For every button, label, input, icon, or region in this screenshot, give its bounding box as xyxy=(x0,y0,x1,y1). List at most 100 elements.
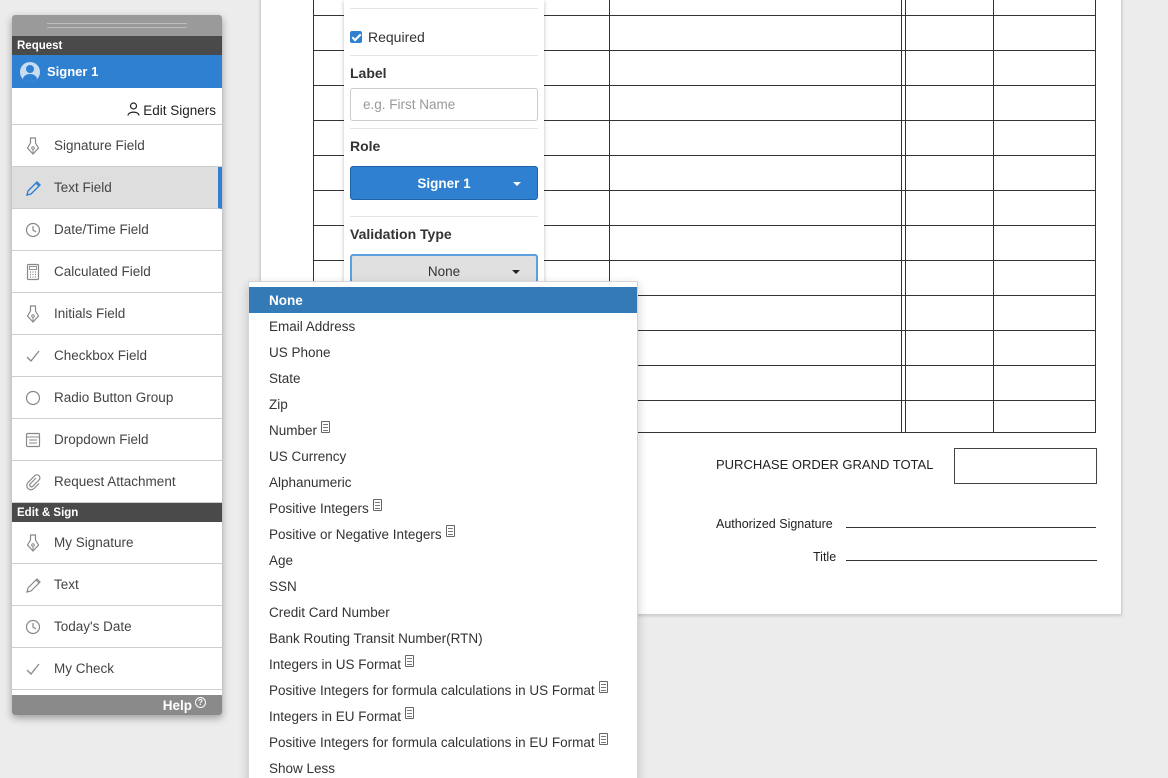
grand-total-label: PURCHASE ORDER GRAND TOTAL xyxy=(716,457,934,472)
validation-option-us-phone[interactable]: US Phone xyxy=(249,339,637,365)
validation-option-credit-card-number[interactable]: Credit Card Number xyxy=(249,599,637,625)
validation-option-number[interactable]: Number xyxy=(249,417,637,443)
label-input[interactable]: e.g. First Name xyxy=(350,88,538,121)
validation-option-zip[interactable]: Zip xyxy=(249,391,637,417)
person-icon xyxy=(127,102,140,119)
field-properties-panel: Required Label e.g. First Name Role Sign… xyxy=(344,0,544,288)
option-label: US Currency xyxy=(269,448,347,464)
tool-label: Initials Field xyxy=(54,306,126,321)
clock-icon xyxy=(25,618,41,636)
checkmark-icon xyxy=(25,660,41,678)
validation-option-ssn[interactable]: SSN xyxy=(249,573,637,599)
checkmark-icon xyxy=(25,347,41,365)
tool-dropdown-field[interactable]: Dropdown Field xyxy=(12,419,222,461)
signer-selector[interactable]: Signer 1 xyxy=(12,55,222,89)
tool-today-s-date[interactable]: Today's Date xyxy=(12,606,222,648)
edit-signers-button[interactable]: Edit Signers xyxy=(12,89,222,125)
tool-my-check[interactable]: My Check xyxy=(12,648,222,690)
tool-initials-field[interactable]: Initials Field xyxy=(12,293,222,335)
tool-text-field[interactable]: Text Field xyxy=(12,167,222,209)
validation-option-none[interactable]: None xyxy=(249,287,637,313)
option-label: Zip xyxy=(269,396,288,412)
document-icon xyxy=(405,707,415,719)
role-select[interactable]: Signer 1 xyxy=(350,166,538,200)
required-label: Required xyxy=(368,28,425,45)
validation-option-us-currency[interactable]: US Currency xyxy=(249,443,637,469)
caret-down-icon xyxy=(512,270,520,274)
pen-nib-icon xyxy=(25,136,41,155)
pencil-icon xyxy=(25,179,41,197)
edit-signers-label: Edit Signers xyxy=(143,103,216,118)
role-value: Signer 1 xyxy=(417,175,471,191)
calculator-icon xyxy=(25,263,41,281)
option-label: Positive Integers xyxy=(269,500,369,516)
signer-name: Signer 1 xyxy=(47,64,99,79)
option-label: Credit Card Number xyxy=(269,604,390,620)
validation-option-positive-integers-for-formula-calculations-in-us-format[interactable]: Positive Integers for formula calculatio… xyxy=(249,677,637,703)
tool-label: Date/Time Field xyxy=(54,222,149,237)
required-checkbox[interactable] xyxy=(350,30,362,43)
clock-icon xyxy=(25,221,41,239)
help-button[interactable]: Help ? xyxy=(12,695,222,715)
authorized-signature-line[interactable] xyxy=(846,527,1096,528)
tool-label: Checkbox Field xyxy=(54,348,148,363)
validation-option-age[interactable]: Age xyxy=(249,547,637,573)
validation-option-alphanumeric[interactable]: Alphanumeric xyxy=(249,469,637,495)
option-label: Bank Routing Transit Number(RTN) xyxy=(269,630,483,646)
tool-radio-button-group[interactable]: Radio Button Group xyxy=(12,377,222,419)
validation-option-positive-integers[interactable]: Positive Integers xyxy=(249,495,637,521)
option-label: Positive Integers for formula calculatio… xyxy=(269,682,595,698)
authorized-signature-label: Authorized Signature xyxy=(716,517,833,531)
tool-date-time-field[interactable]: Date/Time Field xyxy=(12,209,222,251)
option-label: Positive or Negative Integers xyxy=(269,526,442,542)
option-label: Positive Integers for formula calculatio… xyxy=(269,734,595,750)
document-icon xyxy=(372,499,382,511)
option-label: SSN xyxy=(269,578,297,594)
tool-checkbox-field[interactable]: Checkbox Field xyxy=(12,335,222,377)
validation-option-bank-routing-transit-number-rtn[interactable]: Bank Routing Transit Number(RTN) xyxy=(249,625,637,651)
title-line[interactable] xyxy=(846,560,1097,561)
tool-request-attachment[interactable]: Request Attachment xyxy=(12,461,222,503)
validation-option-positive-or-negative-integers[interactable]: Positive or Negative Integers xyxy=(249,521,637,547)
validation-type-heading: Validation Type xyxy=(350,226,452,242)
caret-down-icon xyxy=(513,182,521,186)
tool-label: Request Attachment xyxy=(54,474,176,489)
document-icon xyxy=(598,681,608,693)
tool-label: Text xyxy=(54,577,79,592)
title-label: Title xyxy=(813,550,837,564)
toolbar-drag-handle[interactable] xyxy=(12,15,222,36)
role-heading: Role xyxy=(350,138,381,154)
tool-my-signature[interactable]: My Signature xyxy=(12,522,222,564)
validation-option-email-address[interactable]: Email Address xyxy=(249,313,637,339)
option-label: Integers in EU Format xyxy=(269,708,402,724)
validation-option-integers-in-us-format[interactable]: Integers in US Format xyxy=(249,651,637,677)
validation-option-positive-integers-for-formula-calculations-in-eu-format[interactable]: Positive Integers for formula calculatio… xyxy=(249,729,637,755)
tool-label: Dropdown Field xyxy=(54,432,149,447)
tool-calculated-field[interactable]: Calculated Field xyxy=(12,251,222,293)
validation-type-value: None xyxy=(427,263,461,279)
request-tool-list: Signature Field Text Field Date/Time Field… xyxy=(12,125,222,503)
dropdown-list-icon xyxy=(25,431,41,449)
tool-label: My Check xyxy=(54,661,115,676)
validation-option-show-less[interactable]: Show Less xyxy=(249,755,637,778)
tool-label: Text Field xyxy=(54,180,112,195)
section-header-edit-sign: Edit & Sign xyxy=(12,503,222,522)
tool-label: My Signature xyxy=(54,535,134,550)
validation-option-state[interactable]: State xyxy=(249,365,637,391)
tool-text[interactable]: Text xyxy=(12,564,222,606)
option-label: Age xyxy=(269,552,294,568)
tool-label: Calculated Field xyxy=(54,264,151,279)
validation-type-dropdown: None Email Address US Phone State Zip Number U… xyxy=(248,281,638,778)
label-heading: Label xyxy=(350,65,387,81)
validation-option-integers-in-eu-format[interactable]: Integers in EU Format xyxy=(249,703,637,729)
edit-sign-tool-list: My Signature Text Today's Date My Check xyxy=(12,522,222,690)
option-label: Email Address xyxy=(269,318,356,334)
pen-nib-icon xyxy=(25,533,41,552)
required-checkbox-row[interactable]: Required xyxy=(350,8,538,55)
tool-signature-field[interactable]: Signature Field xyxy=(12,125,222,167)
tool-label: Signature Field xyxy=(54,138,145,153)
radio-circle-icon xyxy=(25,389,41,407)
field-toolbar: Request Signer 1 Edit Signers Signature … xyxy=(12,15,222,715)
help-label: Help xyxy=(162,697,192,713)
grand-total-box[interactable] xyxy=(954,448,1097,484)
